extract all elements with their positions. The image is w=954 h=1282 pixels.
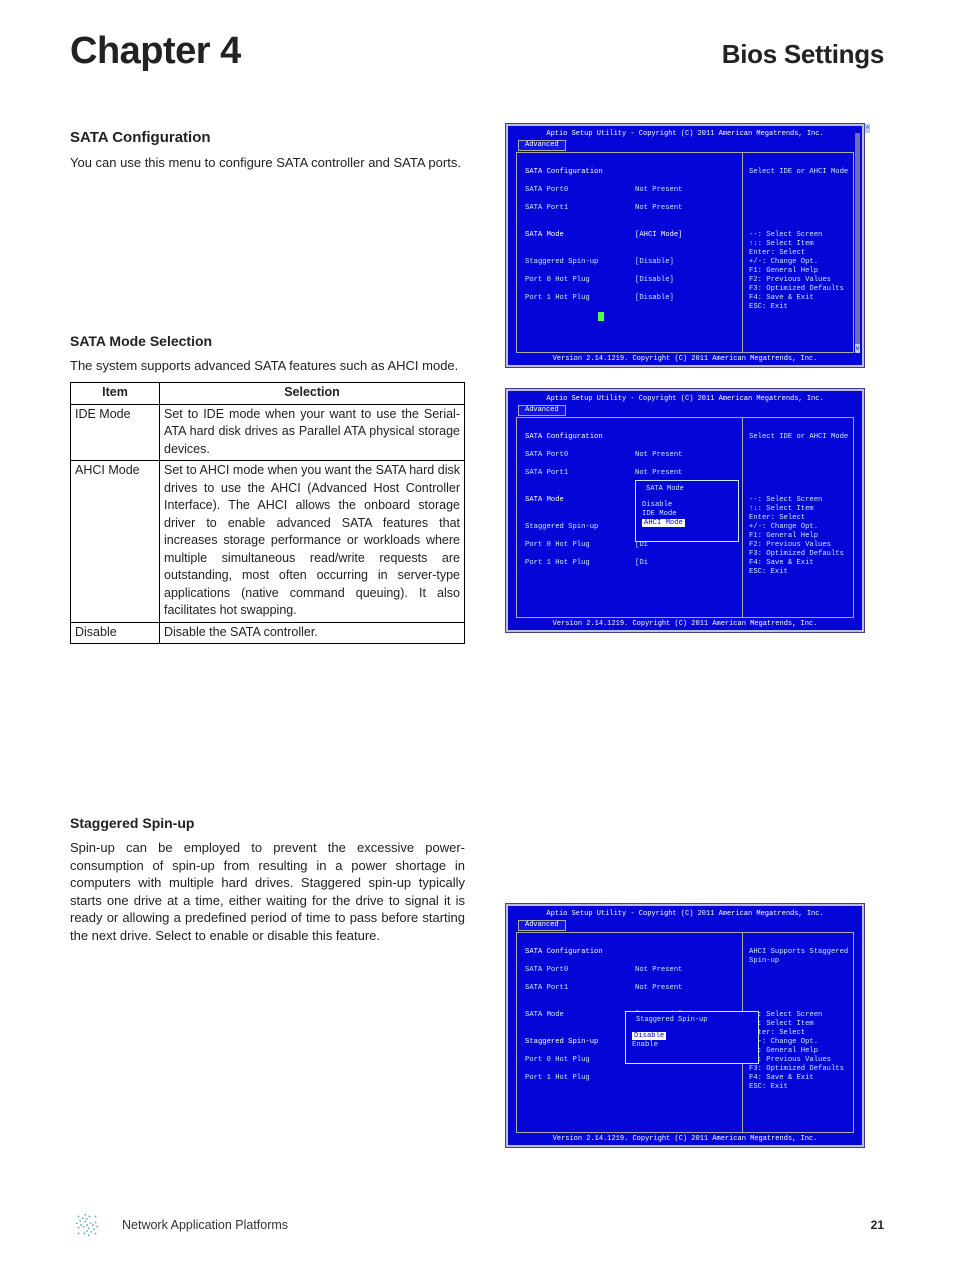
cell-item: Disable: [71, 622, 160, 644]
cell-item: AHCI Mode: [71, 461, 160, 623]
popup-option-disable[interactable]: Disable: [632, 1032, 666, 1040]
bios-staggered-label[interactable]: Staggered Spin-up: [525, 258, 635, 267]
table-row: AHCI Mode Set to AHCI mode when you want…: [71, 461, 465, 623]
bios-help-keys: --: Select Screen ↑↓: Select Item Enter:…: [749, 231, 844, 311]
bios-help-top: Select IDE or AHCI Mode: [749, 433, 848, 441]
bios-popup-sata-mode[interactable]: SATA Mode Disable IDE Mode AHCI Mode: [635, 480, 739, 542]
bios-screenshot-1: ^ v Aptio Setup Utility - Copyright (C) …: [505, 123, 865, 368]
bios-p0hot-label[interactable]: Port 0 Hot Plug: [525, 1056, 635, 1065]
bios-help-keys: --: Select Screen ↑↓: Select Item Enter:…: [749, 1011, 844, 1091]
bios-screenshot-2: Aptio Setup Utility - Copyright (C) 2011…: [505, 388, 865, 633]
bios-help-top: AHCI Supports Staggered Spin-up: [749, 948, 848, 965]
bios-port0-value: Not Present: [635, 451, 682, 460]
body-sata-mode-sel: The system supports advanced SATA featur…: [70, 357, 465, 375]
popup-option-ahci[interactable]: AHCI Mode: [642, 519, 685, 527]
bios-staggered-label[interactable]: Staggered Spin-up: [525, 523, 635, 532]
bios-version-bar: Version 2.14.1219. Copyright (C) 2011 Am…: [516, 620, 854, 629]
bios-tab-advanced[interactable]: Advanced: [518, 140, 566, 151]
bios-port0-label: SATA Port0: [525, 451, 635, 460]
footer-brand: Network Application Platforms: [122, 1218, 288, 1232]
bios-sata-mode-label[interactable]: SATA Mode: [525, 496, 635, 505]
bios-p0hot-label[interactable]: Port 0 Hot Plug: [525, 541, 635, 550]
bios-screenshot-3: Aptio Setup Utility - Copyright (C) 2011…: [505, 903, 865, 1148]
logo-icon: [70, 1208, 104, 1242]
bios-port1-label: SATA Port1: [525, 984, 635, 993]
bios-p1hot-label[interactable]: Port 1 Hot Plug: [525, 559, 635, 568]
bios-sata-mode-label[interactable]: SATA Mode: [525, 1011, 635, 1020]
bios-port1-label: SATA Port1: [525, 204, 635, 213]
bios-staggered-value[interactable]: [Disable]: [635, 258, 674, 267]
scroll-up-icon[interactable]: ^: [865, 124, 870, 133]
bios-port1-label: SATA Port1: [525, 469, 635, 478]
bios-help-keys: --: Select Screen ↑↓: Select Item Enter:…: [749, 496, 844, 576]
popup-option-ide[interactable]: IDE Mode: [642, 510, 677, 518]
bios-tab-advanced[interactable]: Advanced: [518, 920, 566, 931]
popup-option-enable[interactable]: Enable: [632, 1041, 658, 1049]
bios-port0-value: Not Present: [635, 966, 682, 975]
bios-staggered-label[interactable]: Staggered Spin-up: [525, 1038, 635, 1047]
th-selection: Selection: [160, 383, 465, 405]
bios-port1-value: Not Present: [635, 469, 682, 478]
bios-port0-label: SATA Port0: [525, 966, 635, 975]
page-number: 21: [871, 1218, 884, 1232]
bios-help-top: Select IDE or AHCI Mode: [749, 168, 848, 176]
bios-section-label: SATA Configuration: [525, 168, 603, 176]
bios-right-pane: Select IDE or AHCI Mode --: Select Scree…: [742, 418, 853, 617]
bios-port0-label: SATA Port0: [525, 186, 635, 195]
bios-p1hot-label[interactable]: Port 1 Hot Plug: [525, 1074, 635, 1083]
table-row: IDE Mode Set to IDE mode when your want …: [71, 404, 465, 461]
bios-title-bar: Aptio Setup Utility - Copyright (C) 2011…: [516, 130, 854, 139]
bios-title-bar: Aptio Setup Utility - Copyright (C) 2011…: [516, 910, 854, 919]
cell-sel: Set to IDE mode when your want to use th…: [160, 404, 465, 461]
heading-sata-config: SATA Configuration: [70, 129, 465, 146]
page-section-title: Bios Settings: [722, 39, 884, 70]
heading-spinup: Staggered Spin-up: [70, 815, 465, 831]
cell-sel: Disable the SATA controller.: [160, 622, 465, 644]
popup-option-disable[interactable]: Disable: [642, 501, 672, 509]
popup-title: Staggered Spin-up: [632, 1016, 711, 1025]
heading-sata-mode-sel: SATA Mode Selection: [70, 333, 465, 349]
bios-port1-value: Not Present: [635, 204, 682, 213]
bios-version-bar: Version 2.14.1219. Copyright (C) 2011 Am…: [516, 355, 854, 364]
cursor-icon: [598, 312, 604, 321]
table-sata-mode: Item Selection IDE Mode Set to IDE mode …: [70, 382, 465, 644]
th-item: Item: [71, 383, 160, 405]
bios-p1hot-value[interactable]: [Di: [635, 559, 648, 568]
body-spinup: Spin-up can be employed to prevent the e…: [70, 839, 465, 944]
bios-tab-advanced[interactable]: Advanced: [518, 405, 566, 416]
bios-p0hot-value[interactable]: [Disable]: [635, 276, 674, 285]
bios-version-bar: Version 2.14.1219. Copyright (C) 2011 Am…: [516, 1135, 854, 1144]
bios-p1hot-label[interactable]: Port 1 Hot Plug: [525, 294, 635, 303]
bios-sata-mode-value[interactable]: [AHCI Mode]: [635, 231, 682, 240]
table-row: Disable Disable the SATA controller.: [71, 622, 465, 644]
chapter-title: Chapter 4: [70, 30, 241, 73]
bios-p0hot-value[interactable]: [Di: [635, 541, 648, 550]
cell-sel: Set to AHCI mode when you want the SATA …: [160, 461, 465, 623]
bios-popup-spinup[interactable]: Staggered Spin-up Disable Enable: [625, 1011, 759, 1064]
bios-port1-value: Not Present: [635, 984, 682, 993]
body-sata-config: You can use this menu to configure SATA …: [70, 154, 465, 172]
cell-item: IDE Mode: [71, 404, 160, 461]
bios-left-pane: SATA Configuration SATA Port0Not Present…: [517, 153, 742, 352]
bios-section-label: SATA Configuration: [525, 948, 603, 956]
bios-port0-value: Not Present: [635, 186, 682, 195]
bios-right-pane: Select IDE or AHCI Mode --: Select Scree…: [742, 153, 853, 352]
bios-p1hot-value[interactable]: [Disable]: [635, 294, 674, 303]
popup-title: SATA Mode: [642, 485, 688, 494]
bios-section-label: SATA Configuration: [525, 433, 603, 441]
bios-sata-mode-label[interactable]: SATA Mode: [525, 231, 635, 240]
bios-title-bar: Aptio Setup Utility - Copyright (C) 2011…: [516, 395, 854, 404]
scrollbar-track[interactable]: [855, 133, 860, 344]
scroll-down-icon[interactable]: v: [855, 344, 860, 353]
bios-p0hot-label[interactable]: Port 0 Hot Plug: [525, 276, 635, 285]
